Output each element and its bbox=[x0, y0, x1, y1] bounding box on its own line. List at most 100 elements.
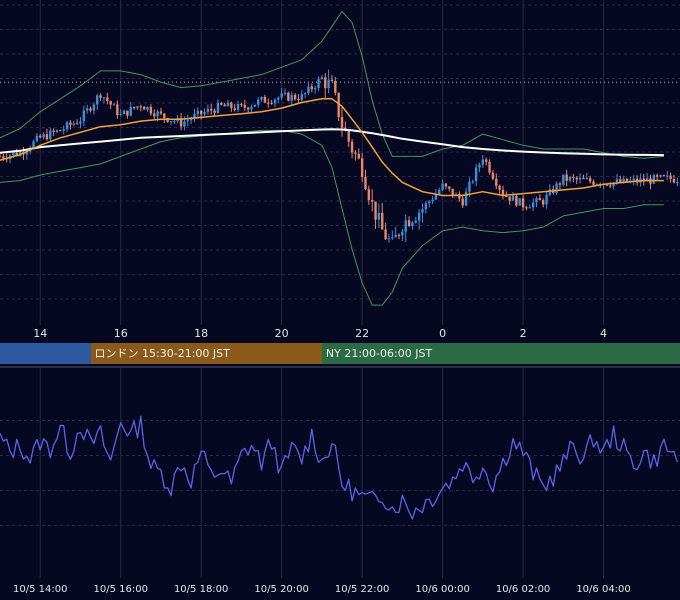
candle-up bbox=[273, 99, 277, 104]
candle-down bbox=[199, 110, 203, 115]
candle-down bbox=[287, 92, 290, 101]
candle-down bbox=[297, 99, 300, 101]
candle-down bbox=[505, 196, 508, 198]
oscillator-axis-tick-label: 10/6 04:00 bbox=[576, 584, 631, 595]
oscillator-axis-tick-label: 10/5 16:00 bbox=[93, 584, 148, 595]
oscillator-chart[interactable] bbox=[0, 368, 680, 578]
candle-down bbox=[588, 178, 592, 182]
price-axis-tick-label: 0 bbox=[439, 327, 447, 340]
candle-up bbox=[478, 164, 481, 168]
candle-down bbox=[357, 153, 360, 159]
price-axis-tick-label: 18 bbox=[194, 327, 209, 340]
candle-down bbox=[508, 196, 511, 201]
candle-up bbox=[511, 195, 515, 201]
chart-root: 14 16 18 20 22 0 2 4 ロンドン 15:30-21:00 JST NY 21… bbox=[0, 0, 680, 600]
candle-down bbox=[592, 181, 595, 185]
candle-up bbox=[146, 106, 149, 110]
candle-up bbox=[236, 103, 240, 110]
candle-down bbox=[153, 113, 156, 117]
candle-up bbox=[528, 207, 531, 209]
candle-down bbox=[672, 178, 676, 183]
candle-up bbox=[481, 159, 485, 165]
candle-down bbox=[582, 177, 585, 179]
candle-up bbox=[401, 231, 404, 236]
candle-up bbox=[468, 181, 471, 192]
candle-down bbox=[521, 198, 525, 208]
candle-down bbox=[458, 193, 461, 199]
candle-down bbox=[220, 102, 223, 105]
candle-up bbox=[307, 86, 310, 94]
candle-down bbox=[444, 183, 448, 187]
candle-up bbox=[136, 106, 139, 109]
candle-down bbox=[0, 156, 2, 158]
candle-up bbox=[189, 119, 193, 121]
candle-down bbox=[407, 220, 411, 227]
candle-up bbox=[394, 234, 397, 238]
candle-down bbox=[575, 177, 578, 180]
candle-down bbox=[213, 110, 216, 113]
candle-down bbox=[69, 122, 72, 125]
candle-down bbox=[334, 80, 337, 93]
candle-down bbox=[541, 200, 545, 205]
session-ny: NY 21:00-06:00 JST bbox=[321, 343, 680, 364]
candle-up bbox=[471, 181, 474, 183]
candle-down bbox=[149, 106, 153, 114]
candle-down bbox=[243, 105, 246, 108]
oscillator-axis-tick-label: 10/6 00:00 bbox=[415, 584, 470, 595]
candle-up bbox=[183, 121, 186, 127]
candle-up bbox=[421, 209, 424, 213]
candle-down bbox=[381, 212, 384, 230]
candle-down bbox=[448, 186, 451, 189]
candle-up bbox=[290, 94, 293, 101]
candle-up bbox=[277, 97, 280, 100]
candle-down bbox=[159, 111, 163, 114]
candle-up bbox=[203, 111, 206, 115]
candle-up bbox=[562, 174, 565, 185]
candle-down bbox=[669, 175, 672, 179]
candle-up bbox=[122, 110, 126, 115]
candle-down bbox=[75, 123, 79, 125]
candle-up bbox=[92, 104, 96, 111]
candle-down bbox=[142, 106, 146, 110]
candle-down bbox=[2, 156, 5, 159]
candle-down bbox=[655, 175, 659, 177]
candle-up bbox=[85, 108, 89, 111]
candle-down bbox=[538, 198, 542, 201]
candle-down bbox=[340, 117, 344, 128]
price-time-axis: 14 16 18 20 22 0 2 4 bbox=[0, 325, 680, 343]
candle-down bbox=[495, 178, 498, 186]
candle-up bbox=[615, 179, 619, 183]
candle-down bbox=[163, 113, 166, 119]
candle-down bbox=[330, 79, 334, 81]
candle-down bbox=[484, 159, 488, 162]
candle-down bbox=[461, 198, 464, 206]
candle-down bbox=[263, 96, 267, 103]
candle-down bbox=[565, 174, 568, 181]
candle-down bbox=[210, 108, 213, 111]
candle-down bbox=[491, 172, 495, 179]
candle-down bbox=[347, 130, 350, 142]
session-london: ロンドン 15:30-21:00 JST bbox=[90, 343, 322, 364]
price-axis-tick-label: 4 bbox=[600, 327, 608, 340]
candle-up bbox=[424, 203, 428, 210]
candle-up bbox=[79, 121, 82, 124]
candle-up bbox=[548, 189, 552, 195]
candle-up bbox=[250, 106, 253, 110]
candle-down bbox=[498, 185, 501, 190]
candle-up bbox=[652, 175, 656, 184]
candle-down bbox=[132, 106, 136, 109]
oscillator-axis-tick-label: 10/5 14:00 bbox=[13, 584, 68, 595]
session-bar: ロンドン 15:30-21:00 JST NY 21:00-06:00 JST bbox=[0, 343, 680, 364]
candle-up bbox=[55, 130, 59, 132]
candle-down bbox=[230, 102, 233, 109]
candle-up bbox=[441, 183, 444, 190]
candle-up bbox=[535, 198, 538, 203]
candle-up bbox=[216, 102, 220, 113]
candle-down bbox=[52, 130, 55, 132]
session-tokyo bbox=[0, 343, 91, 364]
candle-up bbox=[474, 167, 478, 182]
candle-down bbox=[106, 97, 109, 102]
candle-up bbox=[196, 110, 200, 115]
price-chart[interactable] bbox=[0, 0, 680, 325]
candle-up bbox=[303, 93, 307, 95]
